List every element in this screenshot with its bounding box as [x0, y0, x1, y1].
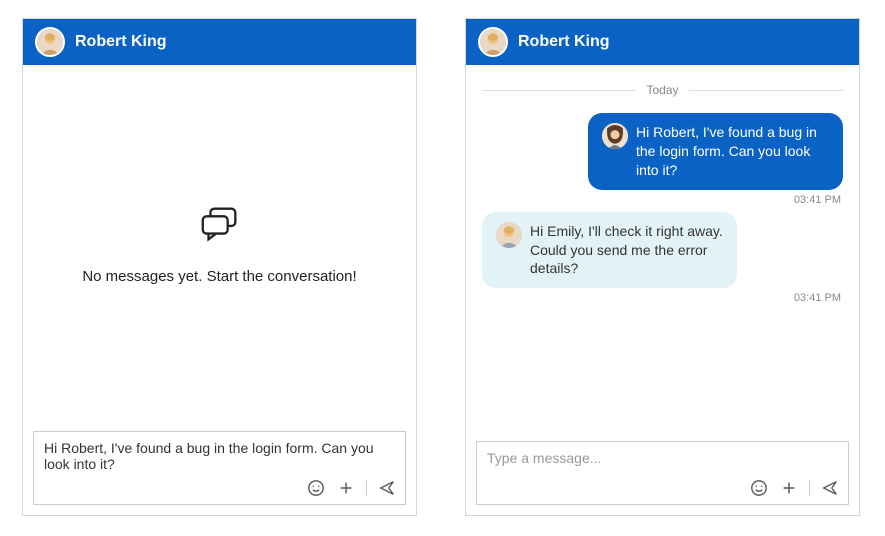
chat-body: No messages yet. Start the conversation!… — [23, 65, 416, 515]
plus-icon[interactable] — [779, 478, 799, 498]
plus-icon[interactable] — [336, 478, 356, 498]
sender-avatar — [496, 222, 522, 248]
contact-name: Robert King — [518, 33, 610, 51]
chat-body: Today Hi Robert, I've found a bug in the… — [466, 65, 859, 515]
emoji-icon[interactable] — [749, 478, 769, 498]
toolbar-divider — [366, 480, 367, 496]
message-group-received: Hi Emily, I'll check it right away. Coul… — [482, 212, 843, 305]
message-input[interactable] — [477, 442, 848, 474]
empty-state: No messages yet. Start the conversation! — [23, 65, 416, 421]
send-icon[interactable] — [377, 478, 397, 498]
sender-avatar — [602, 123, 628, 149]
empty-state-text: No messages yet. Start the conversation! — [82, 268, 356, 285]
contact-avatar — [35, 27, 65, 57]
chat-header: Robert King — [23, 19, 416, 65]
message-list: Today Hi Robert, I've found a bug in the… — [466, 65, 859, 431]
composer-toolbar — [477, 474, 848, 504]
message-composer: Hi Robert, I've found a bug in the login… — [33, 431, 406, 505]
message-input[interactable]: Hi Robert, I've found a bug in the login… — [34, 432, 405, 474]
message-bubble-received: Hi Emily, I'll check it right away. Coul… — [482, 212, 737, 289]
message-time: 03:41 PM — [794, 194, 843, 206]
message-bubble-sent: Hi Robert, I've found a bug in the login… — [588, 113, 843, 190]
message-text: Hi Robert, I've found a bug in the login… — [636, 123, 829, 180]
toolbar-divider — [809, 480, 810, 496]
contact-name: Robert King — [75, 33, 167, 51]
composer-toolbar — [34, 474, 405, 504]
contact-avatar — [478, 27, 508, 57]
message-row: Hi Robert, I've found a bug in the login… — [588, 113, 843, 190]
chat-panel-empty: Robert King No messages yet. Start the c… — [22, 18, 417, 516]
message-time: 03:41 PM — [794, 292, 843, 304]
message-text: Hi Emily, I'll check it right away. Coul… — [530, 222, 723, 279]
chat-panel-conversation: Robert King Today Hi Robert, I've found … — [465, 18, 860, 516]
message-composer — [476, 441, 849, 505]
message-row: Hi Emily, I'll check it right away. Coul… — [482, 212, 737, 289]
send-icon[interactable] — [820, 478, 840, 498]
day-label: Today — [646, 83, 678, 97]
emoji-icon[interactable] — [306, 478, 326, 498]
chat-bubble-icon — [197, 201, 243, 252]
chat-header: Robert King — [466, 19, 859, 65]
message-group-sent: Hi Robert, I've found a bug in the login… — [482, 113, 843, 206]
day-separator: Today — [482, 83, 843, 97]
